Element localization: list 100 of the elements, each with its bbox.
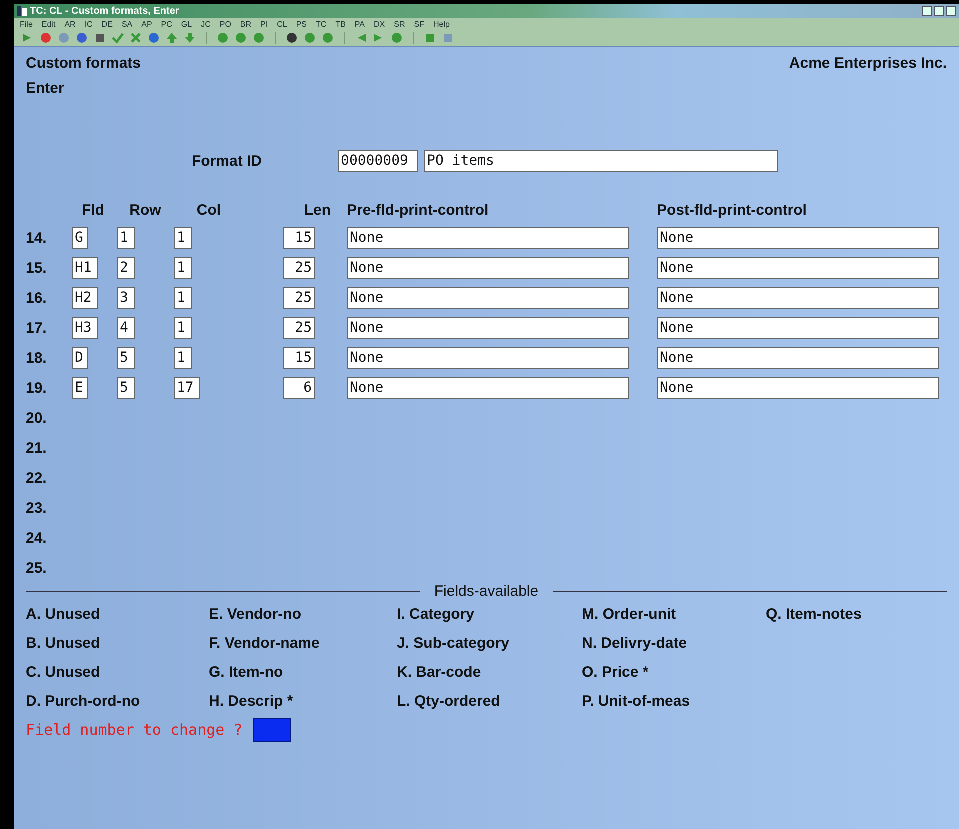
menu-item[interactable]: SA: [122, 20, 133, 28]
line-number: 17.: [26, 320, 48, 336]
menu-item[interactable]: AP: [142, 20, 152, 28]
menu-item[interactable]: Edit: [42, 20, 56, 28]
input-field[interactable]: None: [347, 377, 629, 399]
column-header: Pre-fld-print-control: [347, 202, 489, 219]
input-field[interactable]: 25: [283, 287, 315, 309]
menu-item[interactable]: PC: [161, 20, 172, 28]
field-option: J. Sub-category: [397, 635, 582, 652]
input-field[interactable]: 1: [174, 227, 192, 249]
field-option: P. Unit-of-meas: [582, 693, 766, 710]
menu-item[interactable]: CL: [277, 20, 288, 28]
menu-item[interactable]: JC: [201, 20, 211, 28]
column-header: Len: [304, 202, 332, 219]
menu-item[interactable]: PS: [296, 20, 308, 28]
input-field[interactable]: None: [347, 347, 629, 369]
input-field[interactable]: 17: [174, 377, 200, 399]
line-number: 15.: [26, 260, 48, 276]
field-option: I. Category: [397, 606, 582, 623]
input-field[interactable]: 4: [117, 317, 135, 339]
section-title: Fields-available: [434, 583, 539, 600]
menu-item[interactable]: BR: [240, 20, 252, 28]
input-field[interactable]: None: [657, 227, 939, 249]
input-field[interactable]: H1: [72, 257, 98, 279]
field-option: H. Descrip *: [209, 693, 397, 710]
menu-item[interactable]: IC: [84, 20, 93, 28]
line-number: 18.: [26, 350, 48, 366]
menu-item[interactable]: TC: [316, 20, 327, 28]
input-field[interactable]: H2: [72, 287, 98, 309]
prompt-text: Field number to change ?: [26, 721, 243, 739]
input-field[interactable]: 1: [117, 227, 135, 249]
column-header: Row: [130, 202, 162, 219]
field-option: L. Qty-ordered: [397, 693, 582, 710]
field-option: N. Delivry-date: [582, 635, 766, 652]
menu-item[interactable]: SR: [394, 20, 406, 28]
menu-item[interactable]: File: [20, 20, 33, 28]
field-option: E. Vendor-no: [209, 606, 397, 623]
line-number: 22.: [26, 470, 48, 486]
company-name: Acme Enterprises Inc.: [789, 55, 947, 72]
input-field[interactable]: None: [657, 347, 939, 369]
input-field[interactable]: 1: [174, 317, 192, 339]
window-title: TC: CL - Custom formats, Enter: [30, 6, 180, 16]
menu-item[interactable]: GL: [181, 20, 192, 28]
column-header: Col: [196, 202, 222, 219]
input-field[interactable]: 1: [174, 257, 192, 279]
line-number: 23.: [26, 500, 48, 516]
menu-item[interactable]: PI: [260, 20, 268, 28]
input-field[interactable]: None: [347, 287, 629, 309]
line-number: 25.: [26, 560, 48, 576]
input-field[interactable]: 3: [117, 287, 135, 309]
menu-item[interactable]: TB: [336, 20, 346, 28]
field-option: K. Bar-code: [397, 664, 582, 681]
input-field[interactable]: None: [347, 317, 629, 339]
field-option: C. Unused: [26, 664, 209, 681]
field-option: Q. Item-notes: [766, 606, 947, 623]
column-header: Post-fld-print-control: [657, 202, 807, 219]
input-field[interactable]: None: [657, 317, 939, 339]
input-field[interactable]: 25: [283, 257, 315, 279]
input-field[interactable]: 2: [117, 257, 135, 279]
input-field[interactable]: 25: [283, 317, 315, 339]
field-option: D. Purch-ord-no: [26, 693, 209, 710]
input-field[interactable]: None: [347, 257, 629, 279]
line-number: 14.: [26, 230, 48, 246]
field-option: M. Order-unit: [582, 606, 766, 623]
line-number: 21.: [26, 440, 48, 456]
input-field[interactable]: G: [72, 227, 88, 249]
menu-item[interactable]: PO: [220, 20, 232, 28]
description-field[interactable]: PO items: [424, 150, 778, 172]
input-field[interactable]: 5: [117, 347, 135, 369]
input-field[interactable]: None: [347, 227, 629, 249]
menu-item[interactable]: Help: [433, 20, 450, 28]
input-field[interactable]: 1: [174, 287, 192, 309]
input-field[interactable]: E: [72, 377, 88, 399]
field-option: A. Unused: [26, 606, 209, 623]
line-number: 20.: [26, 410, 48, 426]
input-field[interactable]: 15: [283, 227, 315, 249]
menu-item[interactable]: AR: [64, 20, 76, 28]
format-id-field[interactable]: 00000009: [338, 150, 418, 172]
input-field[interactable]: 15: [283, 347, 315, 369]
screen-title: Custom formats: [26, 55, 142, 72]
menu-item[interactable]: DE: [102, 20, 113, 28]
input-field[interactable]: None: [657, 287, 939, 309]
field-option: G. Item-no: [209, 664, 397, 681]
line-number: 24.: [26, 530, 48, 546]
input-field[interactable]: 1: [174, 347, 192, 369]
menu-item[interactable]: PA: [354, 20, 365, 28]
menu-item[interactable]: DX: [374, 20, 386, 28]
field-option: B. Unused: [26, 635, 209, 652]
line-number: 16.: [26, 290, 48, 306]
input-field[interactable]: 6: [283, 377, 315, 399]
line-number: 19.: [26, 380, 48, 396]
field-label: Format ID: [192, 152, 262, 170]
column-header: Fld: [81, 202, 104, 219]
mode-label: Enter: [26, 80, 64, 97]
menu-item[interactable]: SF: [414, 20, 424, 28]
input-field[interactable]: None: [657, 257, 939, 279]
input-field[interactable]: D: [72, 347, 88, 369]
input-field[interactable]: None: [657, 377, 939, 399]
input-field[interactable]: 5: [117, 377, 135, 399]
input-field[interactable]: H3: [72, 317, 98, 339]
